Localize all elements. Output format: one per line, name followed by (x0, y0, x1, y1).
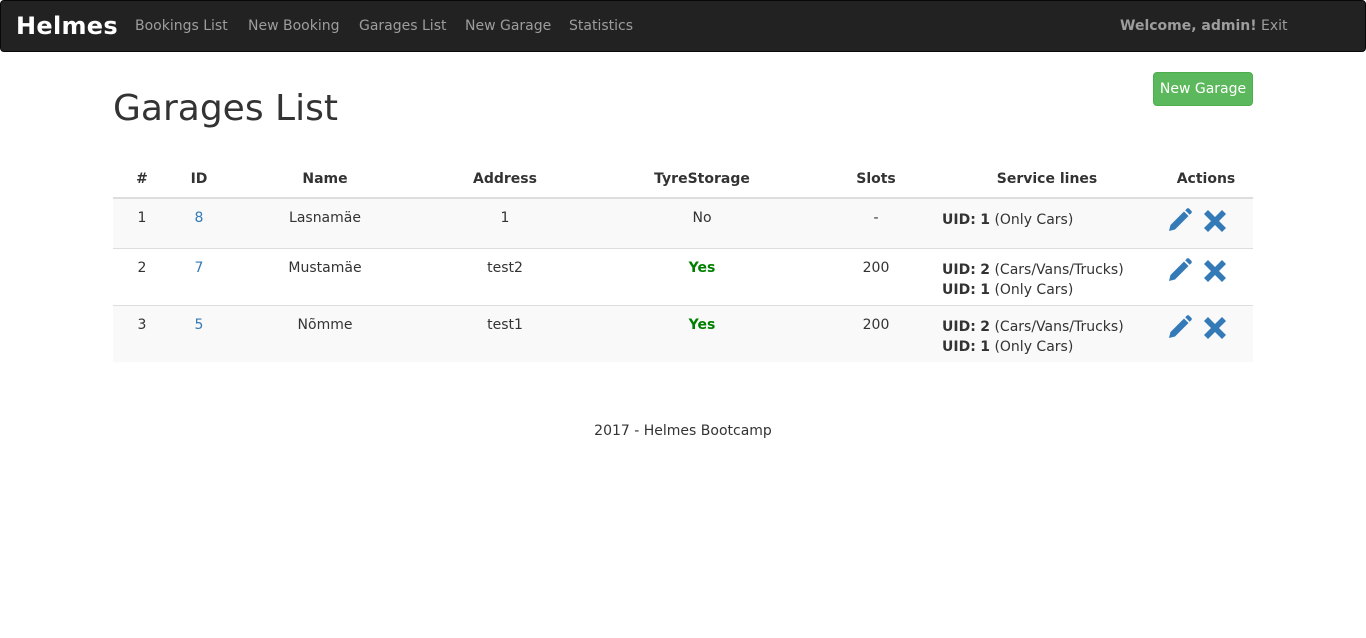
row-actions (1165, 257, 1233, 285)
welcome-text: Welcome, admin! (1120, 18, 1257, 34)
new-garage-button[interactable]: New Garage (1153, 72, 1253, 106)
table-row: 2 7 Mustamäe test2 Yes 200 UID: 2 (Cars/… (113, 248, 1253, 305)
uid-value: 1 (980, 212, 990, 228)
cell-slots: 200 (862, 260, 890, 276)
cell-id: 7 (171, 260, 227, 276)
delete-x-icon[interactable] (1201, 207, 1229, 235)
table-header: # ID Name Address TyreStorage Slots Serv… (113, 160, 1253, 199)
cell-service-lines: UID: 1 (Only Cars) (942, 210, 1073, 230)
row-actions (1165, 314, 1233, 342)
pencil-icon[interactable] (1165, 207, 1193, 235)
garages-table: # ID Name Address TyreStorage Slots Serv… (113, 160, 1253, 362)
table-row: 1 8 Lasnamäe 1 No - UID: 1 (Only Cars) (113, 199, 1253, 248)
table-row: 3 5 Nõmme test1 Yes 200 UID: 2 (Cars/Van… (113, 305, 1253, 362)
cell-address: test2 (487, 260, 523, 276)
top-navbar: Helmes Bookings List New Booking Garages… (0, 0, 1366, 52)
nav-statistics[interactable]: Statistics (569, 18, 633, 34)
cell-tyre-storage: No (692, 210, 712, 226)
delete-x-icon[interactable] (1201, 314, 1229, 342)
cell-slots: - (873, 210, 879, 226)
header-id: ID (190, 171, 208, 187)
row-actions (1165, 207, 1233, 235)
nav-bookings-list[interactable]: Bookings List (135, 18, 228, 34)
header-name: Name (302, 171, 348, 187)
service-line-desc: (Only Cars) (994, 212, 1074, 228)
page-title: Garages List (113, 88, 338, 129)
cell-id: 8 (171, 210, 227, 226)
service-line: UID: 1 (Only Cars) (942, 280, 1124, 300)
cell-name: Nõmme (297, 317, 353, 333)
cell-num: 1 (137, 210, 147, 226)
cell-service-lines: UID: 2 (Cars/Vans/Trucks) UID: 1 (Only C… (942, 317, 1124, 357)
uid-value: 1 (980, 282, 990, 298)
service-line-desc: (Cars/Vans/Trucks) (994, 319, 1124, 335)
uid-value: 2 (980, 319, 990, 335)
service-line-desc: (Only Cars) (994, 282, 1074, 298)
service-line-desc: (Only Cars) (994, 339, 1074, 355)
garage-id-link[interactable]: 8 (195, 210, 204, 226)
service-line: UID: 2 (Cars/Vans/Trucks) (942, 260, 1124, 280)
header-num: # (136, 171, 148, 187)
garage-id-link[interactable]: 5 (195, 317, 204, 333)
service-line: UID: 1 (Only Cars) (942, 337, 1124, 357)
header-tyre-storage: TyreStorage (654, 171, 750, 187)
cell-num: 2 (137, 260, 147, 276)
cell-slots: 200 (862, 317, 890, 333)
nav-new-booking[interactable]: New Booking (248, 18, 339, 34)
header-slots: Slots (856, 171, 896, 187)
uid-label: UID: (942, 212, 976, 228)
uid-label: UID: (942, 262, 976, 278)
nav-garages-list[interactable]: Garages List (359, 18, 446, 34)
service-line: UID: 1 (Only Cars) (942, 210, 1073, 230)
header-service-lines: Service lines (996, 171, 1098, 187)
pencil-icon[interactable] (1165, 314, 1193, 342)
exit-link[interactable]: Exit (1261, 18, 1288, 34)
cell-address: 1 (500, 210, 510, 226)
garage-id-link[interactable]: 7 (195, 260, 204, 276)
cell-num: 3 (137, 317, 147, 333)
header-address: Address (473, 171, 537, 187)
nav-new-garage[interactable]: New Garage (465, 18, 551, 34)
pencil-icon[interactable] (1165, 257, 1193, 285)
brand-logo[interactable]: Helmes (16, 12, 118, 40)
uid-label: UID: (942, 282, 976, 298)
cell-tyre-storage: Yes (688, 317, 716, 333)
cell-address: test1 (487, 317, 523, 333)
uid-value: 2 (980, 262, 990, 278)
uid-label: UID: (942, 319, 976, 335)
cell-id: 5 (171, 317, 227, 333)
footer-text: 2017 - Helmes Bootcamp (594, 423, 772, 439)
uid-value: 1 (980, 339, 990, 355)
uid-label: UID: (942, 339, 976, 355)
cell-service-lines: UID: 2 (Cars/Vans/Trucks) UID: 1 (Only C… (942, 260, 1124, 300)
service-line: UID: 2 (Cars/Vans/Trucks) (942, 317, 1124, 337)
cell-name: Mustamäe (288, 260, 362, 276)
service-line-desc: (Cars/Vans/Trucks) (994, 262, 1124, 278)
delete-x-icon[interactable] (1201, 257, 1229, 285)
cell-name: Lasnamäe (289, 210, 361, 226)
header-actions: Actions (1176, 171, 1236, 187)
cell-tyre-storage: Yes (688, 260, 716, 276)
